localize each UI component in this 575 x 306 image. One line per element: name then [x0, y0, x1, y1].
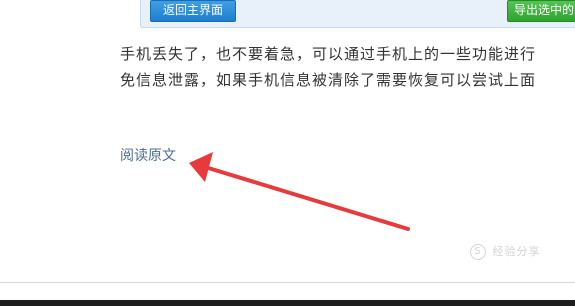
red-arrow-annotation [189, 152, 410, 231]
bottom-bar [0, 300, 575, 306]
screenshot: 返回主界面 导出选中的 手机丢失了，也不要着急，可以通过手机上的一些功能进行 免… [0, 0, 575, 306]
arrow-shaft [203, 165, 410, 231]
watermark: S 经验分享 [470, 243, 541, 260]
watermark-text: 经验分享 [492, 245, 541, 258]
divider [0, 282, 575, 283]
watermark-logo-icon: S [470, 244, 486, 260]
